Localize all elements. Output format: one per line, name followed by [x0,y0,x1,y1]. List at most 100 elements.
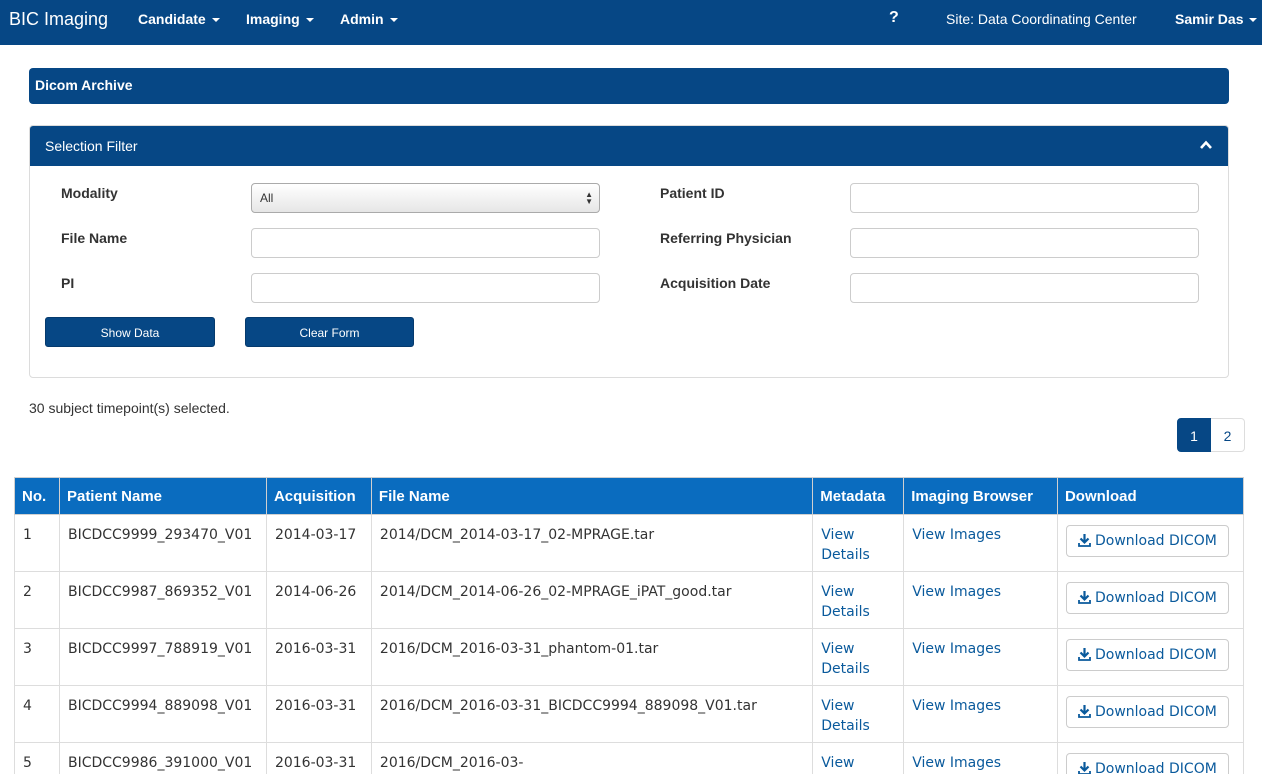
view-details-line2: Details [821,604,870,620]
selection-filter-panel: Selection Filter Modality All ▲ ▼ Patient… [29,125,1229,378]
col-metadata[interactable]: Metadata [812,477,905,515]
cell-download: Download DICOM [1056,514,1245,572]
menu-candidate-label: Candidate [138,11,206,27]
cell-patient: BICDCC9997_788919_V01 [58,628,267,686]
view-details-link[interactable]: View Details [812,571,905,629]
download-dicom-button[interactable]: Download DICOM [1065,639,1229,671]
referring-physician-input[interactable] [850,228,1199,258]
cell-file: 2016/DCM_2016-03- [370,742,814,774]
show-data-button[interactable]: Show Data [45,317,215,347]
download-dicom-button[interactable]: Download DICOM [1065,582,1229,614]
download-label: Download DICOM [1094,533,1217,549]
referring-physician-label: Referring Physician [660,230,792,246]
cell-acquisition: 2016-03-31 [265,742,372,774]
view-images-link[interactable]: View Images [903,742,1058,774]
cell-file: 2014/DCM_2014-03-17_02-MPRAGE.tar [370,514,814,572]
download-dicom-button[interactable]: Download DICOM [1065,525,1229,557]
download-dicom-button[interactable]: Download DICOM [1065,696,1229,728]
filter-header[interactable]: Selection Filter [30,126,1228,166]
view-details-line2: Details [821,718,870,734]
cell-file: 2014/DCM_2014-06-26_02-MPRAGE_iPAT_good.… [370,571,814,629]
view-images-link[interactable]: View Images [903,685,1058,743]
page-2[interactable]: 2 [1211,418,1245,452]
download-label: Download DICOM [1094,761,1217,774]
view-details-link[interactable]: View Details [812,514,905,572]
filter-title: Selection Filter [45,138,138,154]
cell-patient: BICDCC9987_869352_V01 [58,571,267,629]
file-name-label: File Name [61,230,128,246]
view-details-link[interactable]: View [812,742,905,774]
pi-input[interactable] [251,273,600,303]
cell-patient: BICDCC9999_293470_V01 [58,514,267,572]
menu-imaging[interactable]: Imaging [246,11,314,27]
col-patient-name[interactable]: Patient Name [58,477,267,515]
patient-id-input[interactable] [850,183,1199,213]
file-name-input[interactable] [251,228,600,258]
col-file-name[interactable]: File Name [370,477,814,515]
cell-no: 1 [14,514,60,572]
top-navbar: BIC Imaging Candidate Imaging Admin ? Si… [0,0,1262,45]
page-title: Dicom Archive [29,68,1229,104]
pagination: 1 2 [1177,418,1245,452]
result-count: 30 subject timepoint(s) selected. [29,400,230,416]
download-icon [1078,705,1091,718]
modality-label: Modality [61,185,118,201]
acquisition-date-label: Acquisition Date [660,275,771,291]
cell-acquisition: 2014-06-26 [265,571,372,629]
view-details-link[interactable]: View Details [812,685,905,743]
menu-candidate[interactable]: Candidate [138,11,220,27]
chevron-down-icon [211,18,220,23]
menu-admin[interactable]: Admin [340,11,398,27]
col-no[interactable]: No. [14,477,60,515]
page-1[interactable]: 1 [1177,418,1211,452]
download-icon [1078,534,1091,547]
chevron-up-icon[interactable] [1200,139,1212,151]
pi-label: PI [61,275,75,291]
acquisition-date-input[interactable] [850,273,1199,303]
table-row: 3 BICDCC9997_788919_V01 2016-03-31 2016/… [14,628,1245,686]
cell-no: 5 [14,742,60,774]
cell-patient: BICDCC9986_391000_V01 [58,742,267,774]
modality-select[interactable]: All ▲ ▼ [251,183,600,213]
cell-no: 4 [14,685,60,743]
col-download[interactable]: Download [1056,477,1245,515]
download-label: Download DICOM [1094,704,1217,720]
view-details-line2: Details [821,661,870,677]
chevron-down-icon [389,18,398,23]
cell-download: Download DICOM [1056,628,1245,686]
col-acquisition[interactable]: Acquisition [265,477,372,515]
help-icon[interactable]: ? [889,9,899,27]
modality-value: All [260,191,274,205]
table-header-row: No. Patient Name Acquisition File Name M… [14,477,1245,515]
download-label: Download DICOM [1094,647,1217,663]
table-row: 1 BICDCC9999_293470_V01 2014-03-17 2014/… [14,514,1245,572]
select-arrows-icon: ▲ ▼ [585,190,593,206]
cell-acquisition: 2014-03-17 [265,514,372,572]
cell-file: 2016/DCM_2016-03-31_BICDCC9994_889098_V0… [370,685,814,743]
patient-id-label: Patient ID [660,185,725,201]
download-dicom-button[interactable]: Download DICOM [1065,753,1229,774]
view-images-link[interactable]: View Images [903,514,1058,572]
col-imaging-browser[interactable]: Imaging Browser [903,477,1058,515]
download-icon [1078,648,1091,661]
cell-download: Download DICOM [1056,742,1245,774]
cell-patient: BICDCC9994_889098_V01 [58,685,267,743]
view-details-line1: View [821,698,855,714]
clear-form-button[interactable]: Clear Form [245,317,414,347]
user-name: Samir Das [1175,11,1244,27]
view-details-line1: View [821,755,855,771]
download-label: Download DICOM [1094,590,1217,606]
menu-admin-label: Admin [340,11,384,27]
view-details-line1: View [821,584,855,600]
brand-logo[interactable]: BIC Imaging [9,9,108,30]
view-details-link[interactable]: View Details [812,628,905,686]
view-images-link[interactable]: View Images [903,571,1058,629]
menu-imaging-label: Imaging [246,11,300,27]
view-images-link[interactable]: View Images [903,628,1058,686]
cell-no: 2 [14,571,60,629]
chevron-down-icon [305,18,314,23]
cell-acquisition: 2016-03-31 [265,628,372,686]
user-menu[interactable]: Samir Das [1175,11,1258,27]
download-icon [1078,762,1091,774]
table-row: 2 BICDCC9987_869352_V01 2014-06-26 2014/… [14,571,1245,629]
